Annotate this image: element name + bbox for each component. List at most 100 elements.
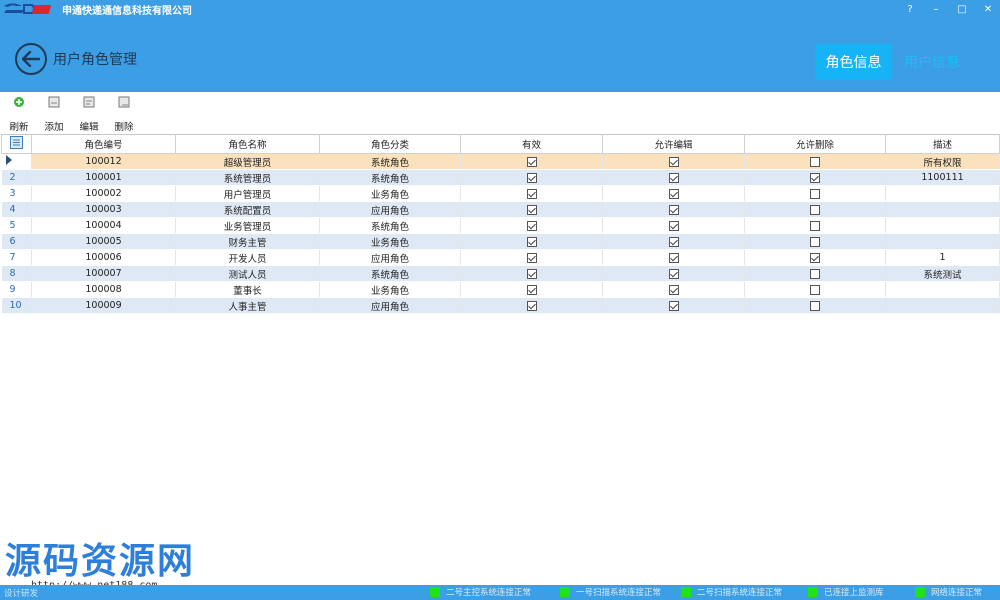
cell-name[interactable]: 超级管理员 bbox=[175, 153, 320, 170]
cell-category[interactable]: 系统角色 bbox=[319, 265, 461, 282]
cell-valid[interactable] bbox=[460, 185, 603, 202]
tab-user-info[interactable]: 用户信息 bbox=[898, 44, 966, 80]
cell-name[interactable]: 财务主管 bbox=[175, 233, 320, 250]
checkbox[interactable] bbox=[526, 252, 537, 263]
table-row[interactable]: 6 100005 财务主管 业务角色 bbox=[1, 233, 1000, 250]
checkbox[interactable] bbox=[668, 220, 679, 231]
cell-category[interactable]: 业务角色 bbox=[319, 233, 461, 250]
minimize-button[interactable]: – bbox=[930, 4, 942, 15]
cell-name[interactable]: 董事长 bbox=[175, 281, 320, 298]
cell-code[interactable]: 100008 bbox=[31, 281, 176, 298]
cell-valid[interactable] bbox=[460, 249, 603, 266]
cell-deletable[interactable] bbox=[744, 185, 886, 202]
cell-name[interactable]: 系统管理员 bbox=[175, 169, 320, 186]
cell-desc[interactable] bbox=[885, 297, 1000, 314]
cell-valid[interactable] bbox=[460, 153, 603, 170]
col-header-valid[interactable]: 有效 bbox=[460, 134, 603, 154]
cell-deletable[interactable] bbox=[744, 265, 886, 282]
cell-code[interactable]: 100009 bbox=[31, 297, 176, 314]
col-header-deletable[interactable]: 允许删除 bbox=[744, 134, 886, 154]
cell-valid[interactable] bbox=[460, 201, 603, 218]
checkbox[interactable] bbox=[810, 204, 820, 215]
cell-deletable[interactable] bbox=[744, 233, 886, 250]
cell-deletable[interactable] bbox=[744, 169, 886, 186]
cell-code[interactable]: 100001 bbox=[31, 169, 176, 186]
cell-name[interactable]: 业务管理员 bbox=[175, 217, 320, 234]
cell-deletable[interactable] bbox=[744, 281, 886, 298]
checkbox[interactable] bbox=[668, 236, 679, 247]
cell-editable[interactable] bbox=[602, 249, 745, 266]
tab-role-info[interactable]: 角色信息 bbox=[815, 44, 892, 80]
checkbox[interactable] bbox=[810, 156, 820, 167]
checkbox[interactable] bbox=[526, 300, 537, 311]
table-row[interactable]: 9 100008 董事长 业务角色 bbox=[1, 281, 1000, 298]
cell-desc[interactable]: 系统测试 bbox=[885, 265, 1000, 282]
checkbox[interactable] bbox=[526, 220, 537, 231]
cell-deletable[interactable] bbox=[744, 201, 886, 218]
table-row[interactable]: 7 100006 开发人员 应用角色 1 bbox=[1, 249, 1000, 266]
cell-desc[interactable]: 所有权限 bbox=[885, 153, 1000, 170]
cell-editable[interactable] bbox=[602, 153, 745, 170]
back-button[interactable] bbox=[15, 43, 47, 75]
cell-category[interactable]: 系统角色 bbox=[319, 169, 461, 186]
checkbox[interactable] bbox=[526, 204, 537, 215]
cell-desc[interactable] bbox=[885, 233, 1000, 250]
table-row[interactable]: 2 100001 系统管理员 系统角色 1100111 bbox=[1, 169, 1000, 186]
cell-code[interactable]: 100006 bbox=[31, 249, 176, 266]
cell-desc[interactable] bbox=[885, 185, 1000, 202]
checkbox[interactable] bbox=[810, 284, 820, 295]
cell-editable[interactable] bbox=[602, 201, 745, 218]
cell-valid[interactable] bbox=[460, 281, 603, 298]
cell-editable[interactable] bbox=[602, 185, 745, 202]
checkbox[interactable] bbox=[668, 156, 679, 167]
cell-name[interactable]: 测试人员 bbox=[175, 265, 320, 282]
checkbox[interactable] bbox=[668, 204, 679, 215]
cell-category[interactable]: 应用角色 bbox=[319, 201, 461, 218]
cell-code[interactable]: 100005 bbox=[31, 233, 176, 250]
cell-desc[interactable] bbox=[885, 201, 1000, 218]
cell-category[interactable]: 应用角色 bbox=[319, 249, 461, 266]
cell-valid[interactable] bbox=[460, 297, 603, 314]
cell-editable[interactable] bbox=[602, 265, 745, 282]
cell-category[interactable]: 应用角色 bbox=[319, 297, 461, 314]
cell-editable[interactable] bbox=[602, 297, 745, 314]
cell-desc[interactable]: 1100111 bbox=[885, 169, 1000, 186]
cell-desc[interactable]: 1 bbox=[885, 249, 1000, 266]
edit-button[interactable]: 编辑 bbox=[74, 94, 104, 133]
delete-button[interactable]: 删除 bbox=[109, 94, 139, 133]
cell-code[interactable]: 100012 bbox=[31, 153, 176, 170]
col-header-category[interactable]: 角色分类 bbox=[319, 134, 461, 154]
table-row[interactable]: 5 100004 业务管理员 系统角色 bbox=[1, 217, 1000, 234]
checkbox[interactable] bbox=[668, 284, 679, 295]
maximize-button[interactable]: □ bbox=[956, 4, 968, 15]
checkbox[interactable] bbox=[526, 172, 537, 183]
table-row[interactable]: 100012 超级管理员 系统角色 所有权限 bbox=[1, 153, 1000, 170]
cell-valid[interactable] bbox=[460, 265, 603, 282]
col-header-desc[interactable]: 描述 bbox=[885, 134, 1000, 154]
col-header-code[interactable]: 角色编号 bbox=[31, 134, 176, 154]
col-header-editable[interactable]: 允许编辑 bbox=[602, 134, 745, 154]
cell-code[interactable]: 100007 bbox=[31, 265, 176, 282]
checkbox[interactable] bbox=[668, 252, 679, 263]
table-row[interactable]: 10 100009 人事主管 应用角色 bbox=[1, 297, 1000, 314]
cell-name[interactable]: 用户管理员 bbox=[175, 185, 320, 202]
cell-deletable[interactable] bbox=[744, 217, 886, 234]
cell-desc[interactable] bbox=[885, 281, 1000, 298]
cell-category[interactable]: 业务角色 bbox=[319, 185, 461, 202]
cell-name[interactable]: 人事主管 bbox=[175, 297, 320, 314]
cell-code[interactable]: 100002 bbox=[31, 185, 176, 202]
checkbox[interactable] bbox=[810, 172, 820, 183]
help-button[interactable]: ? bbox=[904, 4, 916, 15]
table-row[interactable]: 3 100002 用户管理员 业务角色 bbox=[1, 185, 1000, 202]
cell-deletable[interactable] bbox=[744, 297, 886, 314]
cell-code[interactable]: 100004 bbox=[31, 217, 176, 234]
cell-name[interactable]: 开发人员 bbox=[175, 249, 320, 266]
checkbox[interactable] bbox=[668, 188, 679, 199]
select-all-cell[interactable] bbox=[1, 134, 32, 154]
cell-valid[interactable] bbox=[460, 169, 603, 186]
col-header-name[interactable]: 角色名称 bbox=[175, 134, 320, 154]
checkbox[interactable] bbox=[810, 220, 820, 231]
checkbox[interactable] bbox=[526, 156, 537, 167]
cell-category[interactable]: 系统角色 bbox=[319, 153, 461, 170]
cell-editable[interactable] bbox=[602, 281, 745, 298]
